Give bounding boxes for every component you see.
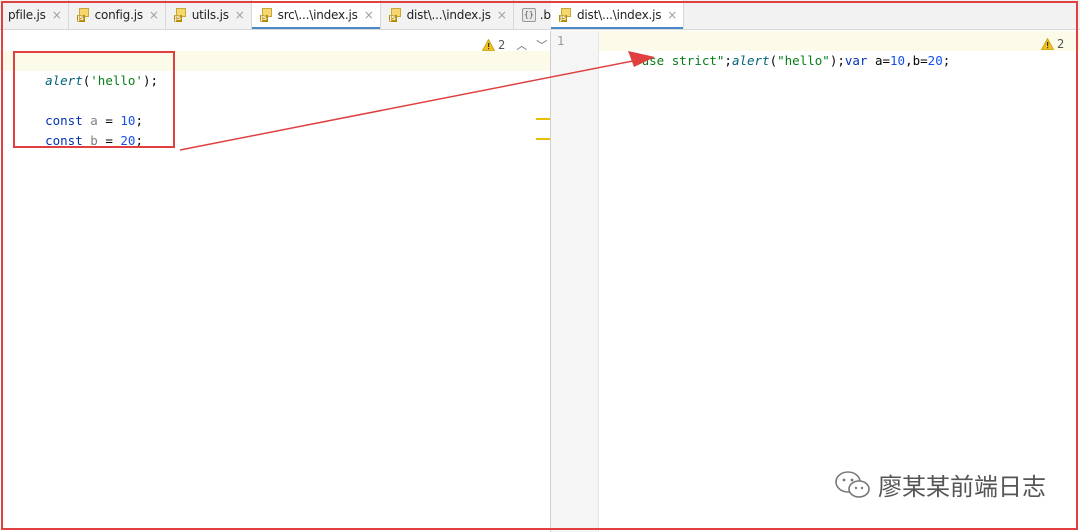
code-function: alert bbox=[45, 73, 83, 88]
line-gutter: 1 bbox=[551, 31, 599, 532]
code-line-1: "use strict";alert("hello");var a=10,b=2… bbox=[599, 31, 1080, 68]
tab-label: dist\...\index.js bbox=[577, 7, 662, 22]
code-string: 'hello' bbox=[90, 73, 143, 88]
close-icon[interactable]: × bbox=[149, 8, 159, 22]
js-file-icon: JS bbox=[559, 7, 573, 22]
line-number: 1 bbox=[557, 34, 565, 48]
warning-stripe-marker[interactable] bbox=[536, 118, 550, 120]
inspection-widget[interactable]: 2 bbox=[1041, 37, 1064, 51]
warning-icon bbox=[482, 39, 495, 51]
warning-count: 2 bbox=[1057, 37, 1065, 51]
code-keyword: const bbox=[45, 133, 83, 148]
tab-label: dist\...\index.js bbox=[406, 7, 491, 22]
tab-label: pfile.js bbox=[8, 7, 46, 22]
js-file-icon: JS bbox=[388, 7, 403, 22]
close-icon[interactable]: × bbox=[364, 8, 374, 22]
tab-gulpfile[interactable]: pfile.js × bbox=[0, 0, 69, 29]
tab-dist-index-right[interactable]: JS dist\...\index.js × bbox=[551, 0, 685, 29]
right-editor[interactable]: 1 "use strict";alert("hello");var a=10,b… bbox=[551, 31, 1080, 532]
js-file-icon: JS bbox=[173, 7, 188, 22]
close-icon[interactable]: × bbox=[497, 8, 507, 22]
warning-icon bbox=[1041, 38, 1054, 50]
tab-label: .babe bbox=[539, 7, 551, 22]
warning-stripe-marker[interactable] bbox=[536, 138, 550, 140]
code-function: alert bbox=[731, 53, 770, 68]
right-tab-bar: JS dist\...\index.js × bbox=[551, 0, 1080, 30]
code-line-3: const a = 10; bbox=[45, 113, 143, 128]
code-string: "use strict" bbox=[634, 53, 725, 68]
left-tab-bar: pfile.js × JS config.js × JS utils.js × … bbox=[0, 0, 551, 30]
code-number: 20 bbox=[927, 53, 943, 68]
close-icon[interactable]: × bbox=[52, 8, 62, 22]
close-icon[interactable]: × bbox=[667, 8, 677, 22]
tab-label: src\...\index.js bbox=[277, 7, 358, 22]
code-identifier: b bbox=[90, 133, 98, 148]
close-icon[interactable]: × bbox=[235, 8, 245, 22]
tab-dist-index[interactable]: JS dist\...\index.js × bbox=[381, 0, 514, 29]
js-file-icon: JS bbox=[76, 7, 91, 22]
tab-babelrc[interactable]: {} .babe bbox=[514, 0, 551, 29]
wechat-icon bbox=[835, 470, 870, 498]
tab-src-index[interactable]: JS src\...\index.js × bbox=[251, 0, 381, 29]
code-keyword: var bbox=[844, 53, 868, 68]
code-line-4: const b = 20; bbox=[45, 133, 143, 148]
watermark-text: 廖某某前端日志 bbox=[878, 473, 1046, 501]
code-string: "hello" bbox=[777, 53, 830, 68]
tab-utils[interactable]: JS utils.js × bbox=[166, 0, 252, 29]
code-number: 20 bbox=[120, 133, 136, 148]
js-file-icon: JS bbox=[259, 7, 274, 22]
warning-count: 2 bbox=[498, 38, 506, 52]
tab-config[interactable]: JS config.js × bbox=[69, 0, 166, 29]
watermark: 廖某某前端日志 bbox=[834, 467, 1046, 502]
config-file-icon: {} bbox=[521, 7, 536, 22]
left-editor[interactable]: 2 ︿ ﹀ alert('hello'); const a = 10; cons… bbox=[0, 31, 551, 532]
tab-label: utils.js bbox=[191, 7, 229, 22]
tab-label: config.js bbox=[94, 7, 144, 22]
code-line-1: alert('hello'); bbox=[0, 51, 551, 88]
code-number: 10 bbox=[890, 53, 906, 68]
